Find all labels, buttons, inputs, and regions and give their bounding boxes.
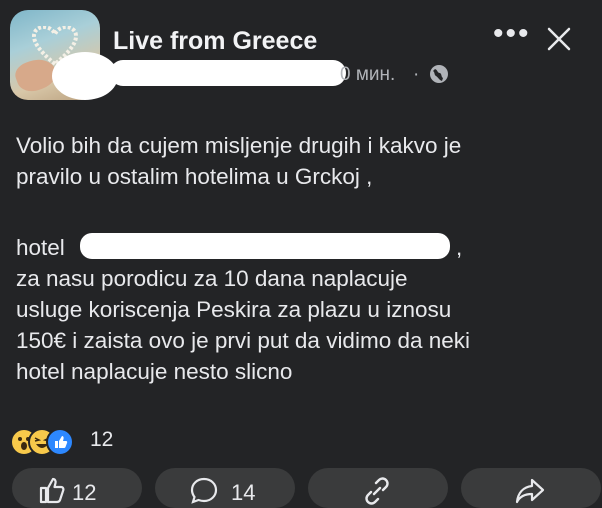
like-icon (46, 428, 74, 456)
comment-button[interactable]: 14 (155, 468, 295, 508)
reactions-summary[interactable]: 12 (10, 428, 170, 456)
post-meta: 0 мин. · (52, 52, 460, 100)
globe-icon (430, 65, 448, 83)
share-icon (515, 478, 545, 504)
close-icon[interactable] (546, 26, 572, 52)
link-icon (365, 477, 389, 505)
like-button[interactable]: 12 (12, 468, 142, 508)
reactions-count: 12 (90, 428, 114, 451)
redaction-mark (52, 52, 118, 100)
page-name[interactable]: Live from Greece (113, 27, 317, 56)
more-button[interactable]: ••• (493, 19, 531, 49)
separator-dot: · (413, 64, 420, 85)
post-text-hotel: hotel (16, 235, 65, 260)
redaction-mark (80, 233, 450, 259)
post-text-comma: , (456, 235, 463, 260)
comment-count: 14 (231, 480, 256, 505)
post-text-paragraph-1: Volio bih da cujem misljenje drugih i ka… (16, 133, 462, 189)
copy-link-button[interactable] (308, 468, 448, 508)
post-text-rest: za nasu porodicu za 10 dana naplacuje us… (16, 266, 471, 384)
redaction-mark (110, 60, 346, 86)
comment-icon (190, 477, 218, 504)
share-button[interactable] (461, 468, 601, 508)
like-count: 12 (72, 480, 97, 505)
thumbs-up-icon (39, 477, 65, 504)
post-time[interactable]: 0 мин. (340, 64, 395, 86)
